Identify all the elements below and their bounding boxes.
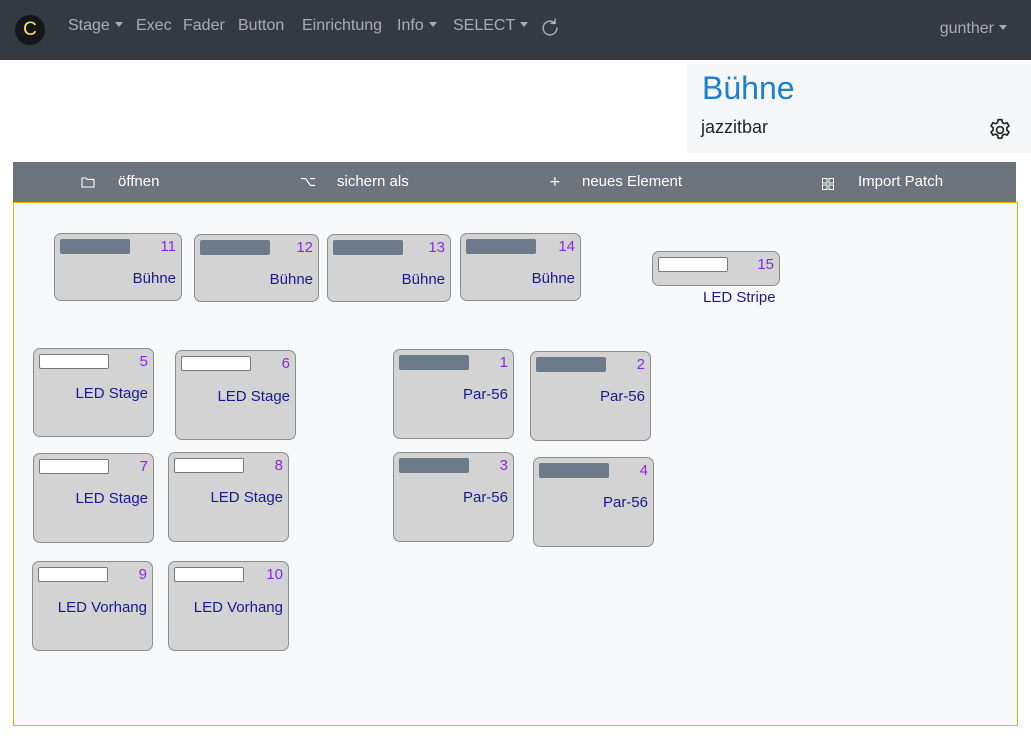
fixture-13[interactable]: 13 Bühne	[327, 234, 451, 302]
fixture-number: 2	[636, 356, 645, 373]
save-as-button[interactable]: sichern als	[337, 162, 409, 202]
nav-stage-dropdown[interactable]: Stage	[68, 17, 123, 35]
fixture-level-bar	[38, 567, 108, 582]
fixture-11[interactable]: 11 Bühne	[54, 233, 182, 301]
chevron-down-icon	[520, 22, 529, 27]
fixture-number: 10	[266, 566, 283, 583]
stage-canvas[interactable]: 11 Bühne 12 Bühne 13 Bühne 14 Bühne 15 L…	[13, 202, 1018, 726]
fixture-number: 3	[499, 457, 508, 474]
fixture-level-bar	[658, 257, 728, 272]
toolbar: öffnen ⌥ sichern als + neues Element Imp…	[13, 162, 1016, 202]
fixture-5[interactable]: 5 LED Stage	[33, 348, 154, 437]
refresh-icon[interactable]	[539, 16, 561, 40]
fixture-4[interactable]: 4 Par-56	[533, 457, 654, 547]
nav-button[interactable]: Button	[238, 17, 284, 35]
chevron-down-icon	[999, 25, 1007, 30]
page-subtitle: jazzitbar	[701, 117, 769, 137]
fixture-level-bar	[39, 459, 109, 474]
fixture-10[interactable]: 10 LED Vorhang	[168, 561, 289, 651]
fixture-level-bar	[399, 355, 469, 370]
fixture-label: LED Stage	[210, 489, 283, 506]
page-title: Bühne	[702, 70, 795, 106]
fixture-label: Bühne	[531, 270, 575, 287]
fixture-15[interactable]: 15	[652, 251, 780, 286]
user-name: gunther	[939, 20, 994, 37]
option-icon: ⌥	[300, 174, 317, 190]
fixture-label: LED Stripe	[703, 289, 776, 306]
fixture-number: 4	[639, 462, 648, 479]
nav-einrichtung-label: Einrichtung	[302, 17, 383, 34]
fixture-label: LED Stage	[75, 385, 148, 402]
fixture-label: Par-56	[462, 489, 508, 506]
fixture-3[interactable]: 3 Par-56	[393, 452, 514, 542]
fixture-label: Par-56	[599, 388, 645, 405]
fixture-1[interactable]: 1 Par-56	[393, 349, 514, 439]
fixture-number: 7	[139, 458, 148, 475]
folder-icon	[81, 177, 95, 188]
fixture-level-bar	[536, 357, 606, 372]
fixture-2[interactable]: 2 Par-56	[530, 351, 651, 441]
import-patch-button[interactable]: Import Patch	[858, 162, 943, 202]
fixture-label: Bühne	[132, 270, 176, 287]
nav-exec-label: Exec	[136, 17, 172, 34]
app-logo[interactable]: C	[15, 15, 45, 45]
fixture-number: 8	[274, 457, 283, 474]
fixture-number: 6	[281, 355, 290, 372]
grid-icon	[822, 178, 834, 190]
navbar: C Stage Exec Fader Button Einrichtung In…	[0, 0, 1031, 60]
plus-icon: +	[549, 174, 561, 190]
fixture-level-bar	[181, 356, 251, 371]
nav-exec[interactable]: Exec	[136, 17, 172, 35]
fixture-label: LED Stage	[217, 388, 290, 405]
fixture-label: LED Vorhang	[193, 599, 283, 616]
fixture-level-bar	[466, 239, 536, 254]
fixture-number: 9	[138, 566, 147, 583]
fixture-label: Bühne	[269, 271, 313, 288]
fixture-number: 1	[499, 354, 508, 371]
fixture-14[interactable]: 14 Bühne	[460, 233, 581, 301]
fixture-label: LED Stage	[75, 490, 148, 507]
nav-stage-label: Stage	[68, 17, 110, 34]
fixture-level-bar	[200, 240, 270, 255]
fixture-6[interactable]: 6 LED Stage	[175, 350, 296, 440]
fixture-label: LED Vorhang	[57, 599, 147, 616]
nav-fader[interactable]: Fader	[183, 17, 225, 35]
fixture-label: Bühne	[401, 271, 445, 288]
fixture-level-bar	[39, 354, 109, 369]
fixture-8[interactable]: 8 LED Stage	[168, 452, 289, 542]
nav-info-label: Info	[397, 17, 424, 34]
nav-button-label: Button	[238, 17, 285, 34]
fixture-level-bar	[333, 240, 403, 255]
fixture-level-bar	[60, 239, 130, 254]
fixture-number: 12	[296, 239, 313, 256]
fixture-level-bar	[539, 463, 609, 478]
fixture-number: 13	[428, 239, 445, 256]
open-button[interactable]: öffnen	[118, 162, 159, 202]
fixture-7[interactable]: 7 LED Stage	[33, 453, 154, 543]
nav-info-dropdown[interactable]: Info	[397, 17, 437, 35]
fixture-label: Par-56	[462, 386, 508, 403]
fixture-number: 14	[558, 238, 575, 255]
nav-einrichtung[interactable]: Einrichtung	[302, 17, 382, 35]
nav-select-label: SELECT	[453, 17, 516, 34]
fixture-12[interactable]: 12 Bühne	[194, 234, 319, 302]
fixture-label: Par-56	[602, 494, 648, 511]
fixture-level-bar	[174, 567, 244, 582]
gear-icon[interactable]	[987, 117, 1013, 143]
fixture-level-bar	[399, 458, 469, 473]
nav-select-dropdown[interactable]: SELECT	[453, 17, 529, 35]
fixture-9[interactable]: 9 LED Vorhang	[32, 561, 153, 651]
fixture-number: 5	[139, 353, 148, 370]
fixture-number: 15	[757, 256, 774, 273]
chevron-down-icon	[114, 22, 123, 27]
chevron-down-icon	[428, 22, 437, 27]
user-menu-dropdown[interactable]: gunther	[940, 20, 1007, 38]
fixture-level-bar	[174, 458, 244, 473]
fixture-number: 11	[160, 238, 176, 255]
nav-fader-label: Fader	[183, 17, 225, 34]
new-element-button[interactable]: neues Element	[582, 162, 682, 202]
stage-header-panel: Bühne jazzitbar	[687, 64, 1031, 153]
